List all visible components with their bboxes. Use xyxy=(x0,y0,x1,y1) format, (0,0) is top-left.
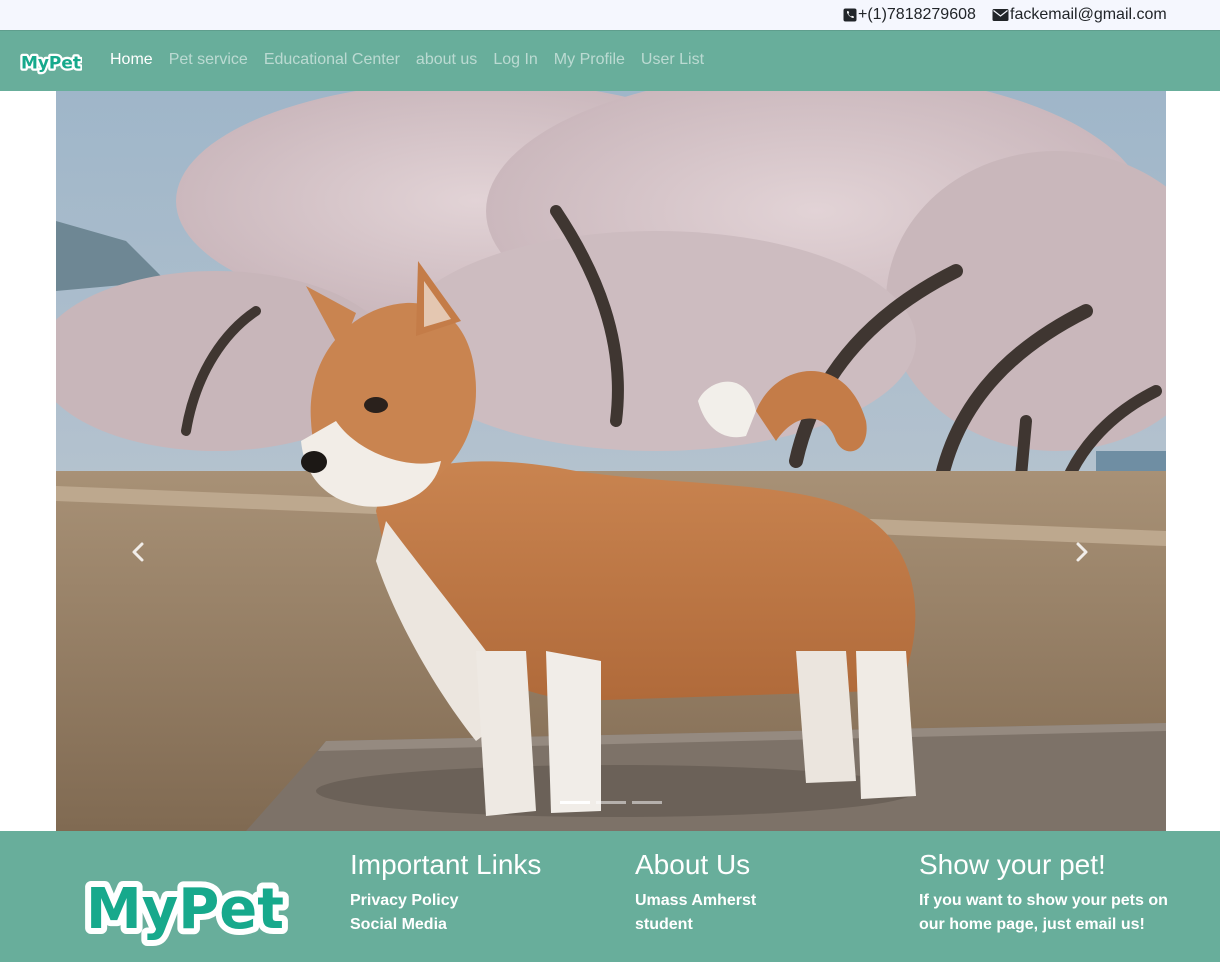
footer-about-line: student xyxy=(635,916,693,933)
privacy-policy-link[interactable]: Privacy Policy xyxy=(350,889,541,913)
contact-bar: +(1)7818279608 fackemail@gmail.com xyxy=(0,0,1220,30)
footer-about-line: Umass Amherst xyxy=(635,892,757,909)
footer-links-title: Important Links xyxy=(350,849,542,880)
phone-number: +(1)7818279608 xyxy=(858,6,976,23)
email-contact: fackemail@gmail.com xyxy=(992,5,1167,25)
chevron-left-icon xyxy=(132,542,144,562)
nav-educational-center[interactable]: Educational Center xyxy=(264,51,400,73)
footer-show-title: Show your pet! xyxy=(919,849,1106,880)
hero-carousel xyxy=(56,91,1166,831)
carousel-slide-image xyxy=(56,91,1166,831)
brand-logo[interactable]: MyPet MyPet xyxy=(20,49,82,75)
footer-show-your-pet: Show your pet! If you want to show your … xyxy=(919,849,1168,937)
carousel-indicator[interactable] xyxy=(560,801,590,804)
main-navbar: MyPet MyPet Home Pet service Educational… xyxy=(0,30,1220,91)
footer-important-links: Important Links Privacy Policy Social Me… xyxy=(350,849,541,937)
footer-show-line: our home page, just email us! xyxy=(919,916,1145,933)
footer-logo: MyPet MyPet xyxy=(80,871,290,948)
nav-log-in[interactable]: Log In xyxy=(493,51,537,73)
nav-pet-service[interactable]: Pet service xyxy=(169,51,248,73)
site-footer: MyPet MyPet Important Links Privacy Poli… xyxy=(0,831,1220,962)
nav-my-profile[interactable]: My Profile xyxy=(554,51,625,73)
footer-about-title: About Us xyxy=(635,849,751,880)
carousel-indicator[interactable] xyxy=(632,801,662,804)
carousel-prev-button[interactable] xyxy=(128,540,148,564)
social-media-link[interactable]: Social Media xyxy=(350,913,541,937)
carousel-indicators xyxy=(560,801,662,804)
footer-about-us: About Us Umass Amherst student xyxy=(635,849,756,937)
nav-about-us[interactable]: about us xyxy=(416,51,477,73)
chevron-right-icon xyxy=(1076,542,1088,562)
nav-links: Home Pet service Educational Center abou… xyxy=(110,51,704,73)
carousel-indicator[interactable] xyxy=(596,801,626,804)
footer-logo-text: MyPet xyxy=(86,877,284,942)
phone-icon xyxy=(843,8,857,22)
carousel-next-button[interactable] xyxy=(1072,540,1092,564)
phone-contact: +(1)7818279608 xyxy=(843,5,976,25)
footer-show-line: If you want to show your pets on xyxy=(919,892,1168,909)
brand-logo-text: MyPet xyxy=(21,54,81,74)
email-address: fackemail@gmail.com xyxy=(1010,6,1167,23)
nav-user-list[interactable]: User List xyxy=(641,51,704,73)
nav-home[interactable]: Home xyxy=(110,51,153,73)
envelope-icon xyxy=(992,9,1009,21)
